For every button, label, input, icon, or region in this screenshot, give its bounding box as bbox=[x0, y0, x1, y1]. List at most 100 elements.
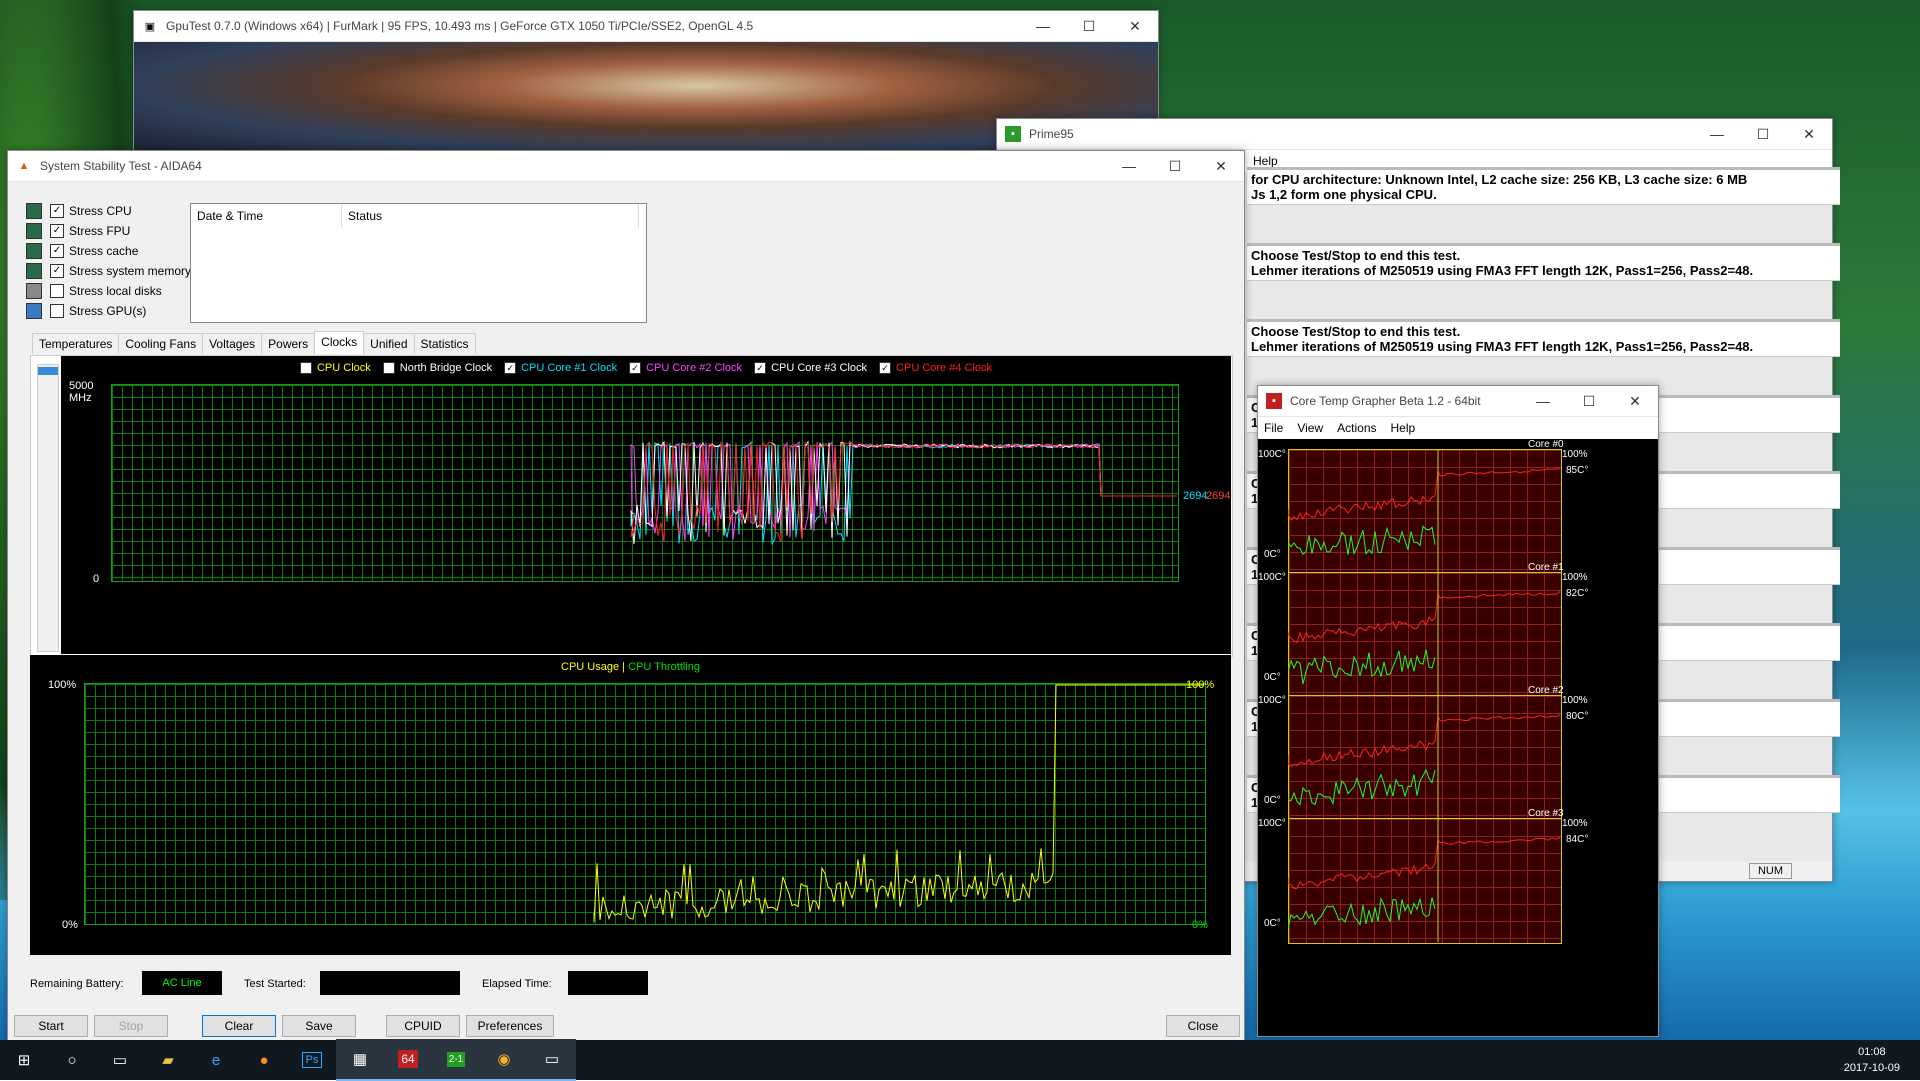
legend-item[interactable]: ✓ CPU Core #3 Clock bbox=[754, 362, 867, 374]
stress-option[interactable]: Stress GPU(s) bbox=[26, 301, 191, 321]
legend-label: CPU Core #4 Clock bbox=[896, 362, 993, 374]
stress-label: Stress FPU bbox=[69, 224, 131, 238]
close-icon[interactable]: ✕ bbox=[1786, 119, 1832, 149]
disk-icon bbox=[26, 283, 42, 299]
maximize-icon[interactable]: ☐ bbox=[1152, 151, 1198, 181]
tab-statistics[interactable]: Statistics bbox=[413, 333, 476, 354]
tab-powers[interactable]: Powers bbox=[261, 333, 316, 354]
core-plot bbox=[1288, 449, 1560, 573]
aida64-label: 64 bbox=[398, 1050, 418, 1068]
fpu-icon bbox=[26, 223, 42, 239]
photoshop-icon[interactable]: Ps bbox=[288, 1040, 336, 1080]
minimize-icon[interactable]: — bbox=[1520, 386, 1566, 416]
minimize-icon[interactable]: — bbox=[1694, 119, 1740, 149]
column-header-status[interactable]: Status bbox=[342, 204, 639, 228]
checkbox[interactable]: ✓ bbox=[50, 224, 64, 238]
clock-ymax: 5000 bbox=[69, 380, 94, 392]
core-plot bbox=[1288, 572, 1560, 696]
stop-button[interactable]: Stop bbox=[94, 1015, 168, 1037]
checkbox[interactable] bbox=[50, 284, 64, 298]
minimize-icon[interactable]: — bbox=[1020, 11, 1066, 41]
clock-ymin: 0 bbox=[93, 573, 100, 585]
windows-icon[interactable]: ⊞ bbox=[0, 1040, 48, 1080]
firefox-icon[interactable]: ● bbox=[240, 1040, 288, 1080]
start-button[interactable]: Start bbox=[14, 1015, 88, 1037]
graph-scroll[interactable] bbox=[37, 364, 59, 652]
checkbox[interactable]: ✓ bbox=[50, 244, 64, 258]
scroll-thumb[interactable] bbox=[38, 367, 58, 375]
worker-line: Js 1,2 form one physical CPU. bbox=[1251, 187, 1437, 202]
aida64-titlebar[interactable]: ▲ System Stability Test - AIDA64 — ☐ ✕ bbox=[8, 151, 1244, 182]
checkbox[interactable]: ✓ bbox=[50, 204, 64, 218]
aida64-window[interactable]: ▲ System Stability Test - AIDA64 — ☐ ✕ ✓… bbox=[7, 150, 1245, 1042]
prime95-worker-window: Choose Test/Stop to end this test. Lehmer… bbox=[1247, 243, 1840, 281]
legend-checkbox[interactable] bbox=[382, 362, 395, 374]
menu-actions[interactable]: Actions bbox=[1337, 421, 1376, 435]
aida64-icon[interactable]: 64 bbox=[384, 1039, 432, 1081]
maximize-icon[interactable]: ☐ bbox=[1566, 386, 1612, 416]
menu-help[interactable]: Help bbox=[1253, 154, 1278, 168]
legend-checkbox[interactable]: ✓ bbox=[629, 362, 642, 374]
edge-icon[interactable]: e bbox=[192, 1040, 240, 1080]
cpuid-button[interactable]: CPUID bbox=[386, 1015, 460, 1037]
tab-cooling-fans[interactable]: Cooling Fans bbox=[118, 333, 204, 354]
coretemp-titlebar[interactable]: ▪ Core Temp Grapher Beta 1.2 - 64bit — ☐… bbox=[1258, 386, 1658, 417]
close-button[interactable]: Close bbox=[1166, 1015, 1240, 1037]
preferences-button[interactable]: Preferences bbox=[466, 1015, 554, 1037]
tab-unified[interactable]: Unified bbox=[363, 333, 415, 354]
log-table[interactable]: Date & Time Status bbox=[190, 203, 647, 323]
legend-item[interactable]: ✓ CPU Core #4 Clock bbox=[879, 362, 992, 374]
legend-item[interactable]: ✓ CPU Core #1 Clock bbox=[504, 362, 617, 374]
column-header-date[interactable]: Date & Time bbox=[191, 204, 342, 228]
close-icon[interactable]: ✕ bbox=[1612, 386, 1658, 416]
usage-graph: CPU Usage | CPU Throttling 100% 0% 100% … bbox=[30, 655, 1231, 955]
core-load: 100% bbox=[1562, 572, 1588, 583]
load-line bbox=[1288, 897, 1436, 929]
stress-option[interactable]: ✓ Stress CPU bbox=[26, 201, 191, 221]
gputest-icon[interactable]: ▦ bbox=[336, 1039, 384, 1081]
gputest-titlebar[interactable]: ▣ GpuTest 0.7.0 (Windows x64) | FurMark … bbox=[134, 11, 1158, 42]
file-explorer-icon[interactable]: ▰ bbox=[144, 1040, 192, 1080]
tab-clocks[interactable]: Clocks bbox=[314, 331, 365, 354]
legend-item[interactable]: CPU Clock bbox=[299, 362, 371, 374]
checkbox[interactable]: ✓ bbox=[50, 264, 64, 278]
core-temp: 84C° bbox=[1566, 834, 1589, 845]
temp-max-label: 100C° bbox=[1258, 695, 1286, 706]
prime95-titlebar[interactable]: ▪ Prime95 — ☐ ✕ bbox=[997, 119, 1832, 150]
stress-option[interactable]: ✓ Stress cache bbox=[26, 241, 191, 261]
legend-label: CPU Core #1 Clock bbox=[521, 362, 618, 374]
coretemp-window[interactable]: ▪ Core Temp Grapher Beta 1.2 - 64bit — ☐… bbox=[1257, 385, 1659, 1037]
stress-option[interactable]: ✓ Stress system memory bbox=[26, 261, 191, 281]
legend-checkbox[interactable]: ✓ bbox=[504, 362, 517, 374]
legend-checkbox[interactable]: ✓ bbox=[754, 362, 767, 374]
search-icon[interactable]: ○ bbox=[48, 1040, 96, 1080]
tab-voltages[interactable]: Voltages bbox=[202, 333, 263, 354]
stress-option[interactable]: Stress local disks bbox=[26, 281, 191, 301]
menu-view[interactable]: View bbox=[1297, 421, 1323, 435]
prime95-icon[interactable]: 2-1 bbox=[432, 1039, 480, 1081]
core-load: 100% bbox=[1562, 449, 1588, 460]
clock-unit: MHz bbox=[69, 392, 92, 404]
maximize-icon[interactable]: ☐ bbox=[1066, 11, 1112, 41]
maximize-icon[interactable]: ☐ bbox=[1740, 119, 1786, 149]
save-button[interactable]: Save bbox=[282, 1015, 356, 1037]
legend-item[interactable]: ✓ CPU Core #2 Clock bbox=[629, 362, 742, 374]
checkbox[interactable] bbox=[50, 304, 64, 318]
coretemp-icon[interactable]: ◉ bbox=[480, 1039, 528, 1081]
menu-file[interactable]: File bbox=[1264, 421, 1283, 435]
window-icon[interactable]: ▭ bbox=[528, 1039, 576, 1081]
close-icon[interactable]: ✕ bbox=[1198, 151, 1244, 181]
tab-temperatures[interactable]: Temperatures bbox=[32, 333, 120, 354]
task-view-icon[interactable]: ▭ bbox=[96, 1040, 144, 1080]
clear-button[interactable]: Clear bbox=[202, 1015, 276, 1037]
legend-checkbox[interactable]: ✓ bbox=[879, 362, 892, 374]
minimize-icon[interactable]: — bbox=[1106, 151, 1152, 181]
clock-series-line bbox=[630, 440, 1177, 546]
legend-checkbox[interactable] bbox=[299, 362, 312, 374]
menu-help[interactable]: Help bbox=[1391, 421, 1416, 435]
system-clock[interactable]: 01:08 2017-10-09 bbox=[1844, 1044, 1900, 1076]
legend-item[interactable]: North Bridge Clock bbox=[382, 362, 492, 374]
clock-legend: CPU Clock North Bridge Clock ✓ CPU Core #1 … bbox=[61, 362, 1231, 374]
stress-option[interactable]: ✓ Stress FPU bbox=[26, 221, 191, 241]
close-icon[interactable]: ✕ bbox=[1112, 11, 1158, 41]
